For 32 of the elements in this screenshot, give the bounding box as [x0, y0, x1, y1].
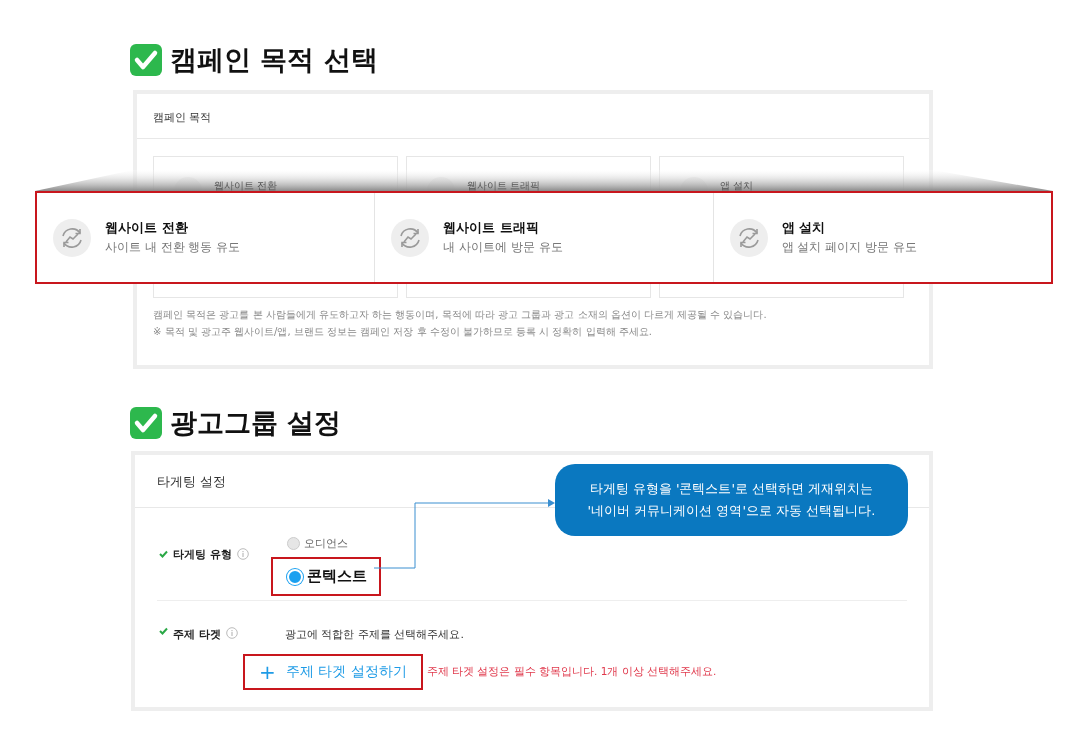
field-label: 타게팅 유형 — [173, 546, 232, 562]
card-title: 앱 설치 — [781, 219, 827, 237]
section-title: 광고그룹 설정 — [170, 406, 342, 440]
check-icon — [130, 44, 162, 76]
cycle-chart-icon — [53, 218, 91, 257]
note-text: ※ 목적 및 광고주 웹사이트/앱, 브랜드 정보는 캠페인 저장 후 수정이 불가하므로 등록 시 정확히 입력해 주세요. — [153, 325, 653, 339]
panel-title: 캠페인 목적 — [137, 94, 929, 139]
card-title: 웹사이트 전환 — [214, 179, 278, 193]
cycle-chart-icon — [391, 218, 430, 257]
cycle-chart-icon — [729, 218, 768, 257]
callout-text: 타게팅 유형을 '콘텍스트'로 선택하면 게재위치는 — [589, 480, 874, 498]
card-title: 앱 설치 — [720, 179, 754, 193]
card-subtitle: 사이트 내 전환 행동 유도 — [105, 239, 241, 256]
objective-card[interactable]: 앱 설치 앱 설치 페이지 방문 유도 — [713, 193, 1051, 282]
note-text: 캠페인 목적은 광고를 본 사람들에게 유도하고자 하는 행동이며, 목적에 따라 광고 그룹과 광고 소재의 옵션이 다르게 제공될 수 있습니다. — [153, 308, 768, 322]
info-icon[interactable] — [225, 627, 238, 639]
objective-card[interactable]: 웹사이트 전환 사이트 내 전환 행동 유도 — [37, 193, 376, 282]
objective-card[interactable]: 웹사이트 트래픽 내 사이트에 방문 유도 — [375, 193, 714, 282]
check-icon — [130, 407, 162, 439]
card-title: 웹사이트 트래픽 — [467, 179, 541, 193]
card-subtitle: 앱 설치 페이지 방문 유도 — [781, 239, 917, 256]
card-title: 웹사이트 트래픽 — [443, 219, 540, 237]
hint-text: 광고에 적합한 주제를 선택해주세요. — [285, 627, 465, 642]
section-title: 캠페인 목적 선택 — [170, 43, 378, 77]
card-title: 웹사이트 전환 — [105, 219, 189, 237]
card-subtitle: 내 사이트에 방문 유도 — [443, 239, 563, 256]
check-icon — [159, 627, 168, 635]
radio-option[interactable]: 콘텍스트 — [271, 557, 381, 596]
info-icon[interactable] — [236, 548, 249, 560]
check-icon — [159, 550, 168, 558]
field-label: 주제 타겟 — [173, 627, 221, 642]
error-text: 주제 타겟 설정은 필수 항목입니다. 1개 이상 선택해주세요. — [426, 665, 717, 679]
